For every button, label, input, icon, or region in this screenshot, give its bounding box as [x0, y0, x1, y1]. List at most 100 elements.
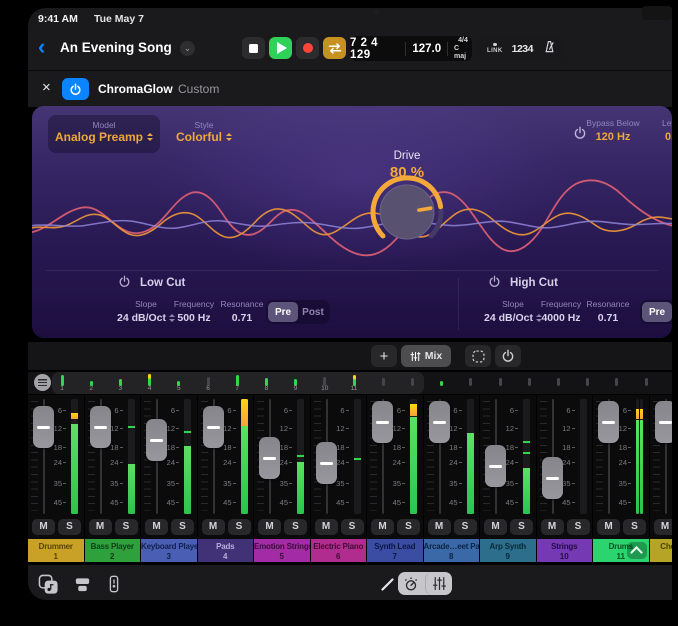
copy-selection-button[interactable]	[465, 345, 491, 367]
track-name-label[interactable]: Pads4	[198, 539, 254, 562]
record-button[interactable]	[296, 37, 319, 59]
mute-button[interactable]: M	[654, 519, 673, 535]
volume-fader[interactable]	[259, 437, 280, 479]
track-name-label[interactable]: Strings10	[537, 539, 593, 562]
track-name-label[interactable]: Keyboard Player3	[141, 539, 197, 562]
model-selector[interactable]: Model Analog Preamp	[48, 115, 160, 153]
high-cut-power-icon[interactable]	[488, 275, 501, 293]
title-chevron-down-icon[interactable]: ⌄	[180, 41, 195, 56]
volume-fader[interactable]	[429, 401, 450, 443]
volume-fader[interactable]	[372, 401, 393, 443]
level-meter	[523, 399, 530, 514]
solo-button[interactable]: S	[397, 519, 420, 535]
navigator-track-meter[interactable]	[557, 378, 560, 386]
track-name-label[interactable]: Arcade…eet Pad8	[424, 539, 480, 562]
track-name-label[interactable]: Chorus V12	[650, 539, 673, 562]
track-name-label[interactable]: Bass Player2	[85, 539, 141, 562]
navigator-track-meter[interactable]	[645, 378, 648, 386]
solo-button[interactable]: S	[341, 519, 364, 535]
mute-button[interactable]: M	[541, 519, 564, 535]
navigator-track-meter[interactable]	[615, 378, 618, 386]
track-navigator[interactable]: 1234567891011	[28, 372, 672, 394]
volume-fader[interactable]	[542, 457, 563, 499]
mute-button[interactable]: M	[89, 519, 112, 535]
add-track-button[interactable]: +	[371, 345, 397, 367]
mix-view-button[interactable]: Mix	[401, 345, 451, 367]
volume-fader[interactable]	[598, 401, 619, 443]
pencil-tool-button[interactable]	[376, 572, 400, 596]
volume-fader[interactable]	[146, 419, 167, 461]
play-button[interactable]	[269, 37, 292, 59]
fader-zone: 61218243545	[198, 395, 254, 518]
mute-button[interactable]: M	[258, 519, 281, 535]
solo-button[interactable]: S	[284, 519, 307, 535]
style-selector[interactable]: Style Colorful	[162, 115, 246, 153]
track-name-label[interactable]: Drummer1	[28, 539, 84, 562]
level-meter	[580, 399, 587, 514]
low-cut-power-icon[interactable]	[118, 275, 131, 293]
low-cut-resonance[interactable]: Resonance 0.71	[212, 299, 272, 324]
mute-button[interactable]: M	[32, 519, 55, 535]
volume-fader[interactable]	[33, 406, 54, 448]
track-name-label[interactable]: Arp Synth9	[480, 539, 536, 562]
solo-button[interactable]: S	[58, 519, 81, 535]
mute-button[interactable]: M	[371, 519, 394, 535]
track-name-label[interactable]: Drums11	[593, 539, 649, 562]
plugin-power-button[interactable]	[62, 78, 89, 100]
plugin-preset[interactable]: Custom	[178, 82, 219, 96]
mixer-power-button[interactable]	[495, 345, 521, 367]
navigator-track-meter[interactable]	[469, 378, 472, 386]
count-in-button[interactable]: 1234	[512, 43, 533, 55]
track-collapse-button[interactable]	[627, 542, 647, 559]
solo-button[interactable]: S	[115, 519, 138, 535]
track-name-label[interactable]: Synth Lead7	[367, 539, 423, 562]
stop-button[interactable]	[242, 37, 265, 59]
mute-button[interactable]: M	[428, 519, 451, 535]
low-cut-pre-button[interactable]: Pre	[268, 302, 298, 322]
volume-fader[interactable]	[203, 406, 224, 448]
solo-button[interactable]: S	[510, 519, 533, 535]
mute-button[interactable]: M	[315, 519, 338, 535]
navigator-track-number: 5	[171, 385, 187, 392]
lcd-position-display[interactable]: 7 2 4 129 127.0 4/4 C maj	[350, 36, 472, 61]
mute-button[interactable]: M	[597, 519, 620, 535]
close-plugin-button[interactable]: ×	[42, 79, 51, 96]
mute-button[interactable]: M	[145, 519, 168, 535]
channel-strip-button[interactable]	[102, 572, 126, 596]
volume-fader[interactable]	[316, 442, 337, 484]
bypass-below-control[interactable]: Bypass Below 120 Hz	[578, 118, 648, 143]
high-cut-pre-button[interactable]: Pre	[642, 302, 672, 322]
navigator-track-meter[interactable]	[586, 378, 589, 386]
navigator-track-meter[interactable]	[499, 378, 502, 386]
solo-button[interactable]: S	[454, 519, 477, 535]
solo-button[interactable]: S	[228, 519, 251, 535]
navigator-track-meter[interactable]	[411, 378, 414, 386]
low-cut-post-button[interactable]: Post	[298, 302, 328, 322]
mixer-view-button[interactable]	[425, 572, 452, 595]
volume-fader[interactable]	[90, 406, 111, 448]
solo-button[interactable]: S	[623, 519, 646, 535]
navigator-track-meter[interactable]	[528, 378, 531, 386]
navigator-track-meter[interactable]	[382, 378, 385, 386]
controls-view-button[interactable]	[398, 572, 424, 595]
mute-button[interactable]: M	[484, 519, 507, 535]
back-button[interactable]: ‹	[38, 34, 45, 60]
solo-button[interactable]: S	[171, 519, 194, 535]
mute-button[interactable]: M	[202, 519, 225, 535]
link-button[interactable]: LINK	[487, 43, 503, 55]
navigator-track-meter[interactable]	[440, 381, 443, 386]
song-title[interactable]: An Evening Song	[60, 40, 172, 55]
solo-button[interactable]: S	[567, 519, 590, 535]
high-cut-resonance[interactable]: Resonance 0.71	[578, 299, 638, 324]
device-button[interactable]	[70, 572, 94, 596]
level-control[interactable]: Level 0.5	[662, 118, 672, 143]
track-name-label[interactable]: Electric Piano6	[311, 539, 367, 562]
loop-browser-button[interactable]	[36, 572, 60, 596]
metronome-button[interactable]	[542, 39, 557, 59]
track-name-label[interactable]: Emotion Strings5	[254, 539, 310, 562]
navigator-toggle-button[interactable]	[34, 374, 51, 391]
volume-fader[interactable]	[655, 401, 673, 443]
volume-fader[interactable]	[485, 445, 506, 487]
cycle-button[interactable]	[323, 37, 346, 59]
drive-knob[interactable]	[365, 170, 449, 254]
